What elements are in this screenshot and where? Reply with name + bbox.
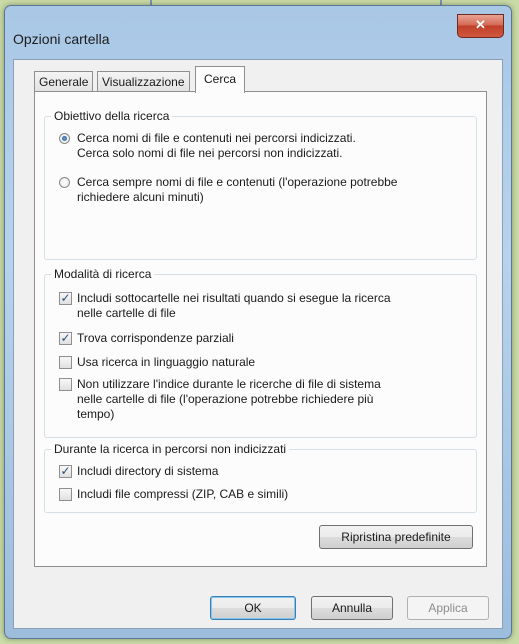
radio-button[interactable] (59, 177, 70, 188)
checkbox-label: Includi sottocartelle nei risultati quan… (77, 291, 391, 320)
title-bar: Opzioni cartella ✕ (5, 6, 511, 56)
close-icon: ✕ (475, 17, 486, 32)
search-mode-group: Modalità di ricerca ✓ Includi sottocarte… (44, 267, 477, 438)
checkbox-compressed-files[interactable]: Includi file compressi (ZIP, CAB e simil… (59, 487, 459, 503)
radio-label: Cerca sempre nomi di file e contenuti (l… (77, 175, 398, 204)
checkbox[interactable]: ✓ (59, 332, 72, 345)
checkbox[interactable] (59, 356, 72, 369)
non-indexed-group: Durante la ricerca in percorsi non indic… (44, 442, 477, 513)
checkbox-label: Includi file compressi (ZIP, CAB e simil… (77, 487, 289, 501)
tab-generale[interactable]: Generale (34, 71, 94, 92)
checkbox[interactable] (59, 378, 72, 391)
window-title: Opzioni cartella (13, 31, 110, 47)
radio-option-always[interactable]: Cerca sempre nomi di file e contenuti (l… (59, 175, 459, 207)
checkbox[interactable] (59, 488, 72, 501)
checkbox-partial-matches[interactable]: ✓ Trova corrispondenze parziali (59, 331, 459, 347)
group-title: Obiettivo della ricerca (51, 109, 173, 123)
radio-option-indexed[interactable]: Cerca nomi di file e contenuti nei perco… (59, 131, 459, 163)
checkbox-label: Non utilizzare l'indice durante le ricer… (77, 377, 381, 421)
checkbox[interactable]: ✓ (59, 292, 72, 305)
radio-button[interactable] (59, 133, 70, 144)
ok-button[interactable]: OK (210, 596, 296, 620)
tab-cerca[interactable]: Cerca (195, 66, 246, 93)
close-button[interactable]: ✕ (457, 14, 504, 38)
restore-defaults-button[interactable]: Ripristina predefinite (319, 525, 473, 549)
checkbox[interactable]: ✓ (59, 465, 72, 478)
group-title: Modalità di ricerca (51, 267, 155, 281)
radio-label: Cerca nomi di file e contenuti nei perco… (77, 131, 356, 160)
cancel-button[interactable]: Annulla (311, 596, 393, 620)
folder-options-dialog: Opzioni cartella ✕ Generale Visualizzazi… (4, 5, 512, 639)
checkbox-label: Trova corrispondenze parziali (77, 331, 234, 345)
tab-visualizzazione[interactable]: Visualizzazione (97, 71, 190, 92)
checkbox-include-subfolders[interactable]: ✓ Includi sottocartelle nei risultati qu… (59, 291, 459, 323)
checkbox-no-index[interactable]: Non utilizzare l'indice durante le ricer… (59, 377, 459, 425)
dialog-client-area: Generale Visualizzazione Cerca Obiettivo… (13, 59, 503, 629)
checkbox-system-directories[interactable]: ✓ Includi directory di sistema (59, 464, 459, 480)
checkbox-label: Includi directory di sistema (77, 464, 219, 478)
tab-panel-cerca: Obiettivo della ricerca Cerca nomi di fi… (34, 91, 487, 567)
group-title: Durante la ricerca in percorsi non indic… (51, 442, 290, 456)
checkbox-label: Usa ricerca in linguaggio naturale (77, 355, 256, 369)
checkbox-natural-language[interactable]: Usa ricerca in linguaggio naturale (59, 355, 459, 371)
apply-button: Applica (407, 596, 489, 620)
search-target-group: Obiettivo della ricerca Cerca nomi di fi… (44, 109, 477, 260)
